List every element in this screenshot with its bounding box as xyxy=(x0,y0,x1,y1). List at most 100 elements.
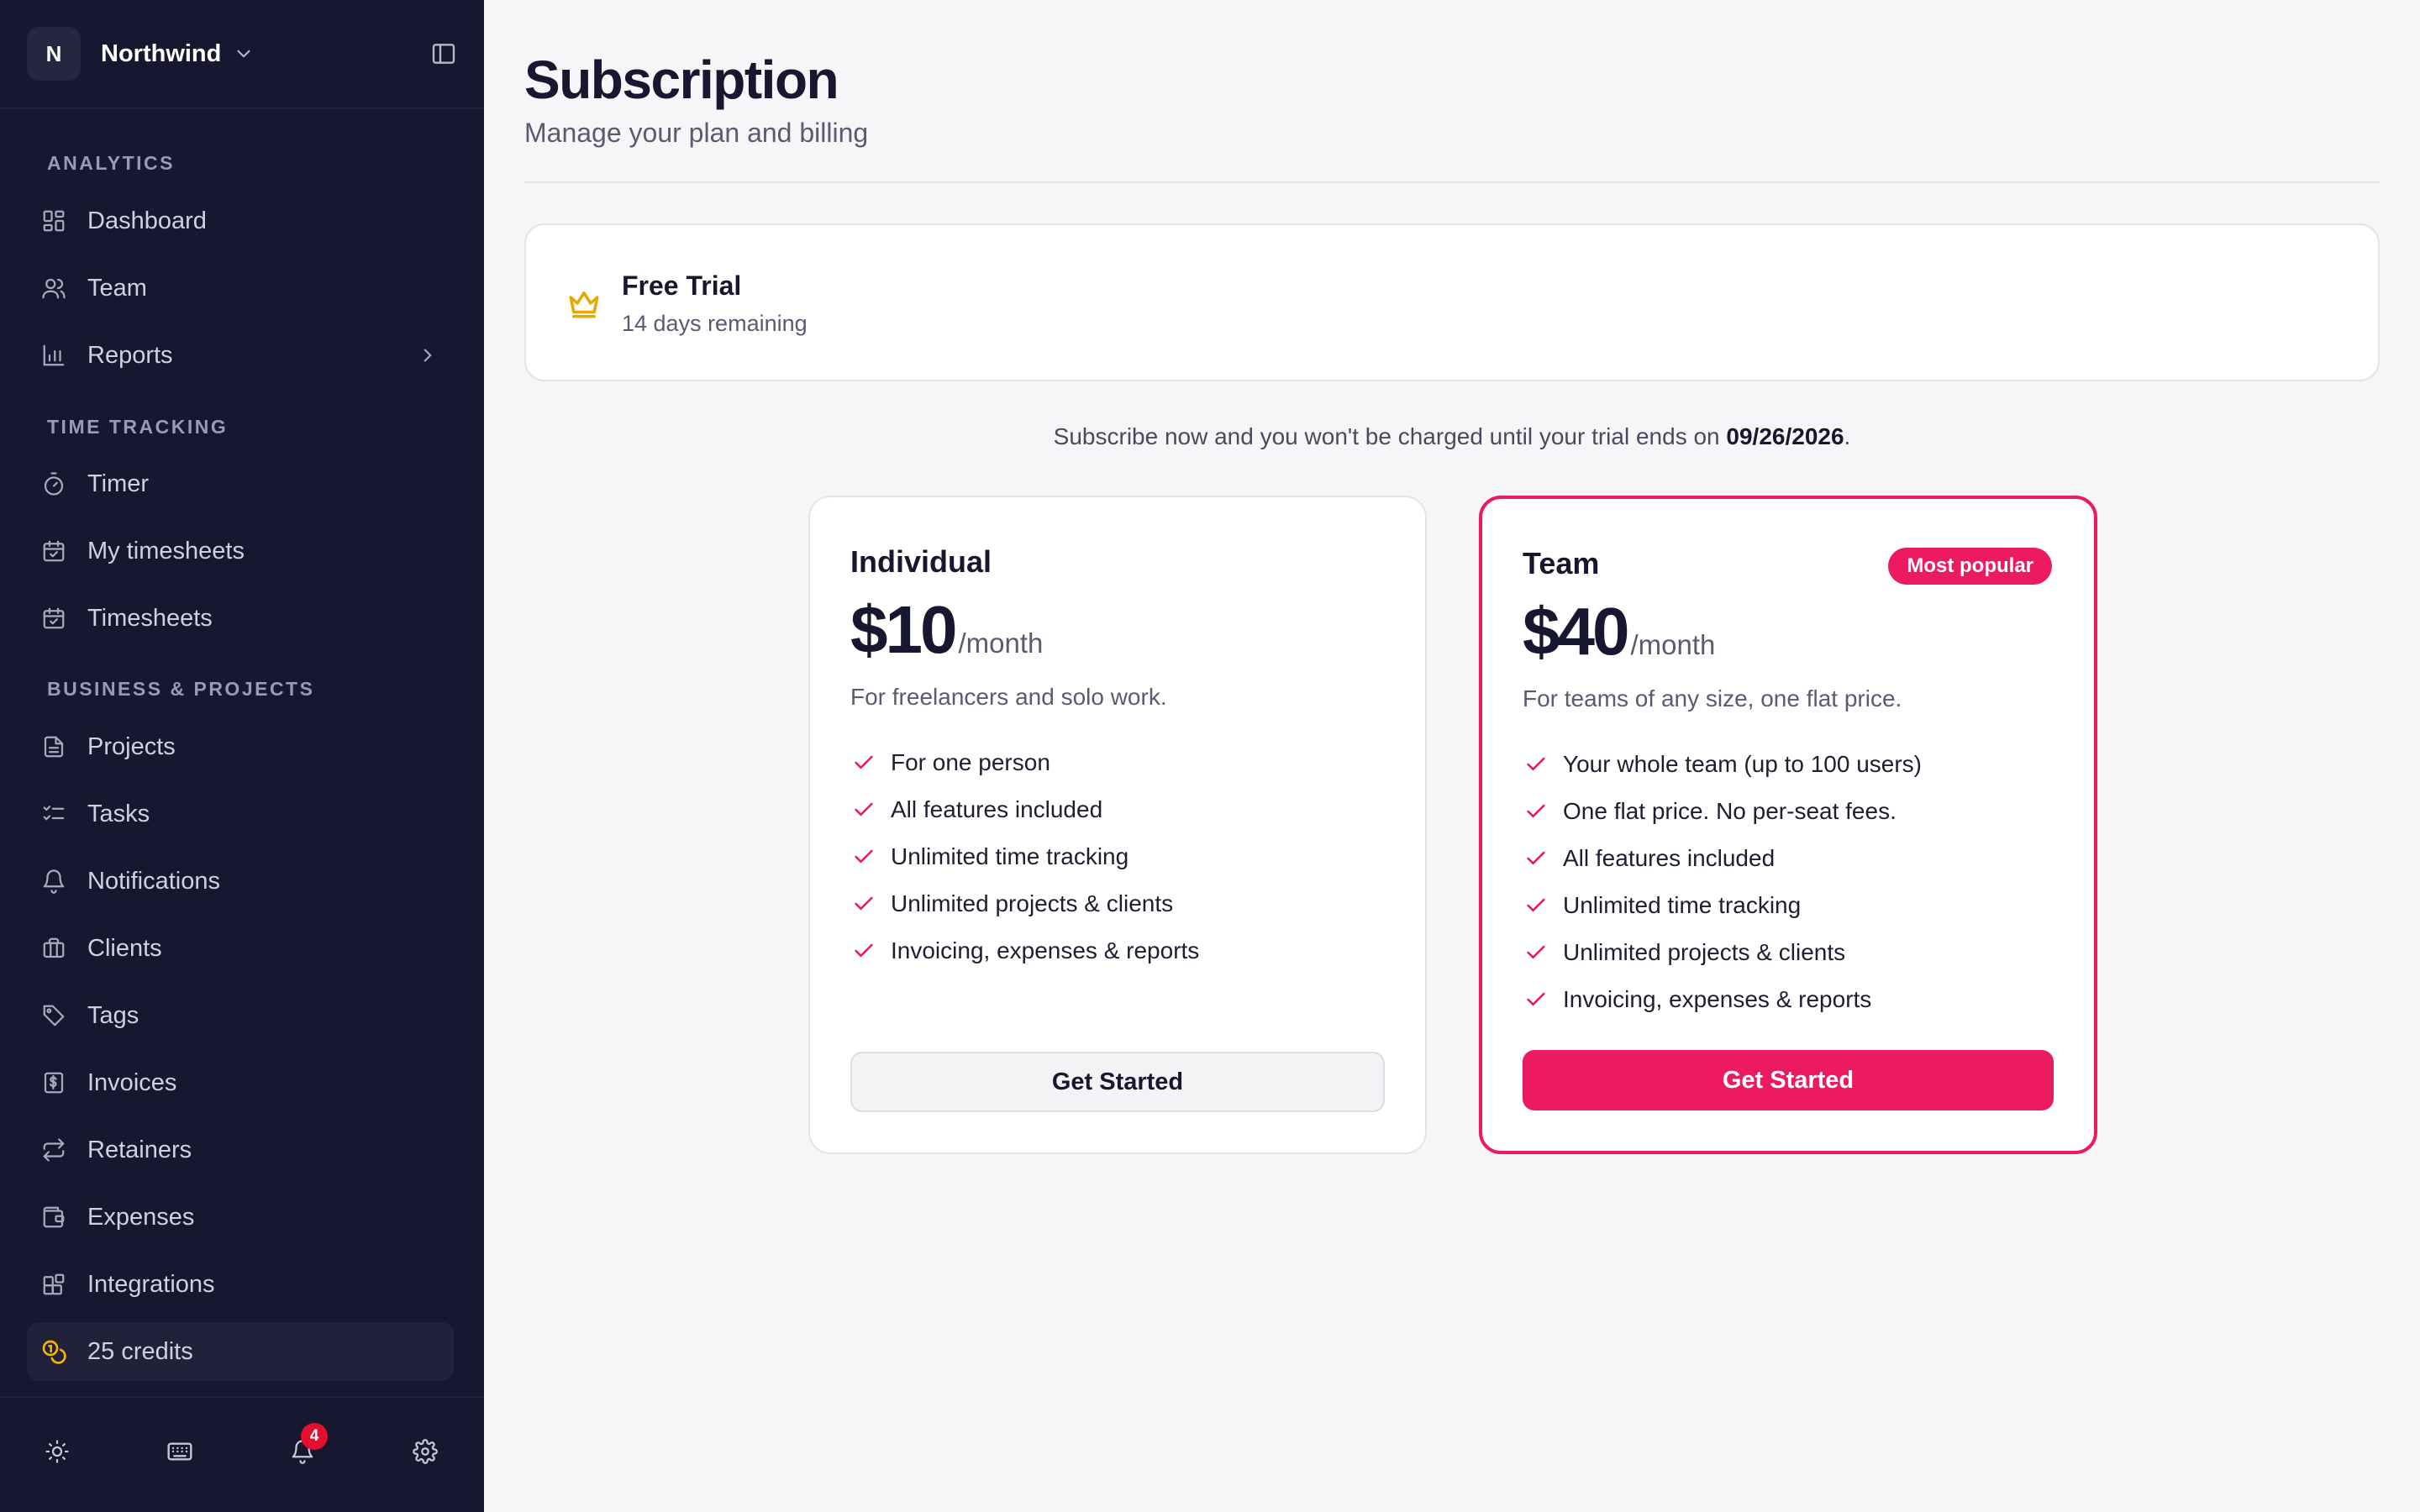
wallet-icon xyxy=(40,1204,67,1231)
notifications-button[interactable]: 4 xyxy=(281,1423,328,1475)
sidebar-item-notifications[interactable]: Notifications xyxy=(27,852,454,911)
theme-toggle-button[interactable] xyxy=(35,1431,79,1475)
section-label-analytics: ANALYTICS xyxy=(47,152,175,174)
sidebar-item-label: Retainers xyxy=(87,1136,192,1163)
feature-text: Unlimited time tracking xyxy=(1563,892,1802,918)
sidebar-item-expenses[interactable]: Expenses xyxy=(27,1188,454,1247)
briefcase-icon xyxy=(40,935,67,962)
workspace-avatar: N xyxy=(27,27,81,81)
keyboard-shortcuts-button[interactable] xyxy=(158,1431,202,1475)
feature-item: All features included xyxy=(850,786,1199,833)
check-icon xyxy=(1523,986,1549,1013)
plan-description: For freelancers and solo work. xyxy=(850,684,1167,710)
sidebar-item-tasks[interactable]: Tasks xyxy=(27,785,454,843)
sidebar-item-label: Team xyxy=(87,274,147,302)
sidebar-item-timesheets[interactable]: Timesheets xyxy=(27,589,454,648)
feature-item: All features included xyxy=(1523,835,1922,882)
document-icon xyxy=(40,733,67,760)
sidebar-item-label: Expenses xyxy=(87,1203,195,1231)
sidebar-item-label: Tags xyxy=(87,1001,139,1029)
sidebar-toggle-icon[interactable] xyxy=(430,40,457,71)
sidebar-item-label: Projects xyxy=(87,732,176,760)
crown-icon xyxy=(566,286,602,325)
plan-price-row: $40 /month xyxy=(1523,593,1715,670)
get-started-button-individual[interactable]: Get Started xyxy=(850,1052,1385,1112)
trial-title: Free Trial xyxy=(622,270,742,301)
settings-button[interactable] xyxy=(403,1431,447,1475)
check-icon xyxy=(1523,892,1549,919)
sidebar-item-my-timesheets[interactable]: My timesheets xyxy=(27,522,454,580)
workspace-name: Northwind xyxy=(101,39,222,67)
section-label-business-projects: BUSINESS & PROJECTS xyxy=(47,678,315,700)
sidebar-item-clients[interactable]: Clients xyxy=(27,919,454,978)
checklist-icon xyxy=(40,801,67,827)
feature-list: Your whole team (up to 100 users) One fl… xyxy=(1523,741,1922,1023)
feature-item: Unlimited projects & clients xyxy=(1523,929,1922,976)
integrations-icon xyxy=(40,1271,67,1298)
plan-price: $40 xyxy=(1523,594,1629,669)
sidebar-item-team[interactable]: Team xyxy=(27,259,454,318)
feature-text: All features included xyxy=(1563,845,1776,871)
feature-item: For one person xyxy=(850,739,1199,786)
notice-suffix: . xyxy=(1844,423,1851,449)
sun-icon xyxy=(45,1439,70,1468)
feature-text: For one person xyxy=(891,749,1050,775)
plan-name: Team xyxy=(1523,546,1600,580)
feature-text: One flat price. No per-seat fees. xyxy=(1563,798,1897,824)
plan-name: Individual xyxy=(850,544,992,579)
credits-button[interactable]: 25 credits xyxy=(27,1322,454,1381)
sidebar-item-reports[interactable]: Reports xyxy=(27,326,454,385)
check-icon xyxy=(850,796,877,823)
sidebar-item-label: Integrations xyxy=(87,1270,215,1298)
feature-text: All features included xyxy=(891,796,1103,822)
gear-icon xyxy=(413,1438,438,1468)
trial-end-date: 09/26/2026 xyxy=(1726,423,1844,449)
invoice-icon xyxy=(40,1069,67,1096)
check-icon xyxy=(1523,845,1549,872)
notification-count-badge: 4 xyxy=(301,1423,328,1450)
workspace-switcher[interactable]: N Northwind xyxy=(27,25,457,82)
chevron-right-icon xyxy=(417,344,439,370)
get-started-button-team[interactable]: Get Started xyxy=(1523,1050,2054,1110)
sidebar-item-timer[interactable]: Timer xyxy=(27,454,454,513)
divider xyxy=(524,181,2380,183)
keyboard-icon xyxy=(166,1438,193,1469)
feature-text: Invoicing, expenses & reports xyxy=(891,937,1200,963)
sidebar-item-projects[interactable]: Projects xyxy=(27,717,454,776)
feature-text: Your whole team (up to 100 users) xyxy=(1563,751,1922,777)
divider xyxy=(0,108,484,109)
sidebar-item-retainers[interactable]: Retainers xyxy=(27,1121,454,1179)
sidebar-item-label: Invoices xyxy=(87,1068,177,1096)
check-icon xyxy=(1523,751,1549,778)
credits-label: 25 credits xyxy=(87,1337,193,1365)
plan-price: $10 xyxy=(850,592,957,667)
feature-item: Invoicing, expenses & reports xyxy=(1523,976,1922,1023)
stopwatch-icon xyxy=(40,470,67,497)
feature-item: Unlimited time tracking xyxy=(1523,882,1922,929)
users-icon xyxy=(40,275,67,302)
sidebar-item-label: Timer xyxy=(87,470,150,497)
repeat-icon xyxy=(40,1137,67,1163)
check-icon xyxy=(1523,939,1549,966)
plan-price-row: $10 /month xyxy=(850,591,1043,669)
sidebar-item-label: Dashboard xyxy=(87,207,207,234)
bell-icon xyxy=(40,868,67,895)
page-subtitle: Manage your plan and billing xyxy=(524,118,869,148)
page-title: Subscription xyxy=(524,50,839,110)
trial-remaining: 14 days remaining xyxy=(622,311,808,336)
sidebar-item-invoices[interactable]: Invoices xyxy=(27,1053,454,1112)
sidebar-item-integrations[interactable]: Integrations xyxy=(27,1255,454,1314)
feature-item: Your whole team (up to 100 users) xyxy=(1523,741,1922,788)
check-icon xyxy=(850,843,877,870)
divider xyxy=(0,1396,484,1398)
plan-description: For teams of any size, one flat price. xyxy=(1523,685,1902,711)
plan-card-individual: Individual $10 /month For freelancers an… xyxy=(808,496,1427,1154)
sidebar-item-dashboard[interactable]: Dashboard xyxy=(27,192,454,250)
sidebar-item-tags[interactable]: Tags xyxy=(27,986,454,1045)
check-icon xyxy=(850,890,877,917)
bar-chart-icon xyxy=(40,342,67,369)
feature-list: For one person All features included Unl… xyxy=(850,739,1199,974)
sidebar-item-label: Tasks xyxy=(87,800,150,827)
feature-text: Unlimited time tracking xyxy=(891,843,1129,869)
plan-period: /month xyxy=(1630,629,1716,660)
